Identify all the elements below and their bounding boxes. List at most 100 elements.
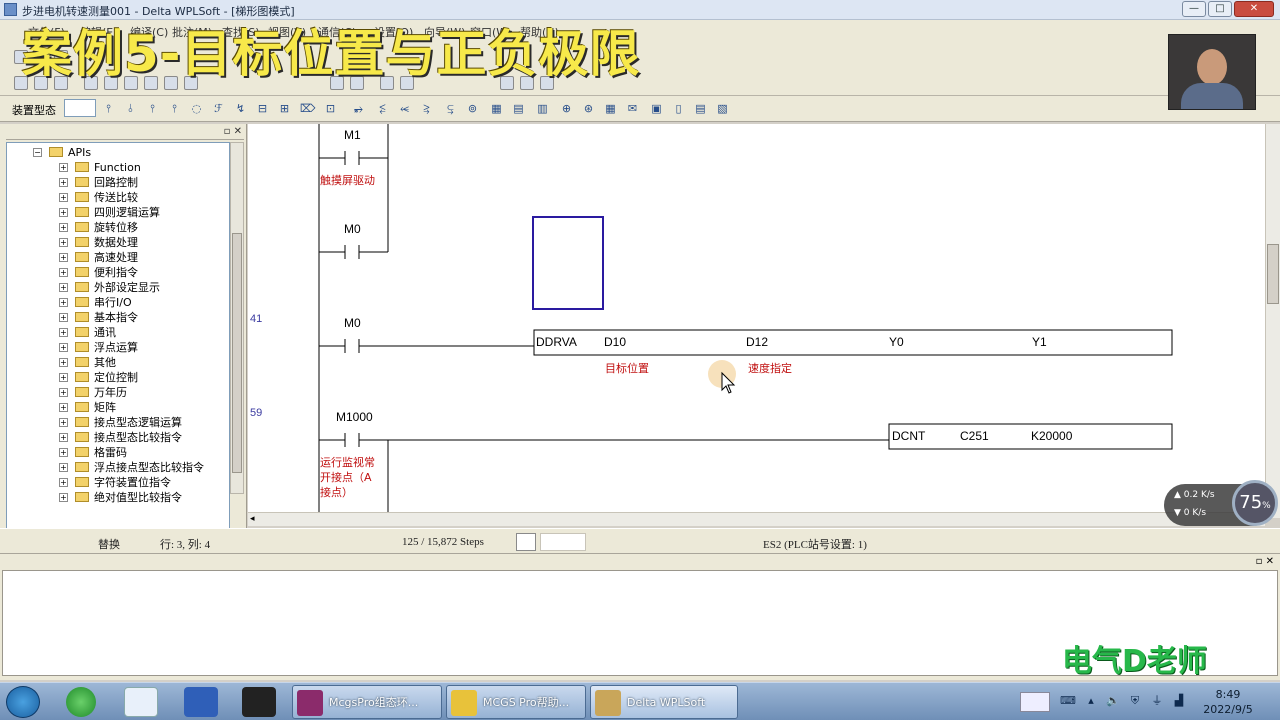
- invert-icon[interactable]: ↯: [234, 102, 247, 115]
- scroll-left-icon[interactable]: ◂: [250, 514, 255, 524]
- coil-icon[interactable]: ◌: [190, 102, 203, 115]
- contact-no-icon[interactable]: ⫯: [102, 102, 115, 115]
- expand-icon[interactable]: +: [59, 343, 68, 352]
- security-icon[interactable]: ⛨: [1128, 694, 1142, 708]
- panel-close-icon[interactable]: ▫ ✕: [224, 126, 242, 137]
- tree-item[interactable]: + 高速处理: [59, 250, 138, 265]
- close-button[interactable]: ✕: [1234, 1, 1274, 17]
- operand[interactable]: D10: [604, 335, 626, 349]
- delete-icon[interactable]: ⌦: [300, 102, 316, 115]
- bookmark-icon[interactable]: ▯: [672, 102, 685, 115]
- browser-pin-icon[interactable]: [66, 687, 96, 717]
- vscroll-thumb[interactable]: [1267, 244, 1279, 304]
- tree-item[interactable]: + 接点型态比较指令: [59, 430, 182, 445]
- mcr-icon[interactable]: ⊛: [582, 102, 595, 115]
- tree-scrollbar[interactable]: [230, 142, 244, 494]
- instruction-name[interactable]: DCNT: [892, 429, 925, 443]
- start-button[interactable]: [6, 686, 40, 718]
- operand[interactable]: D12: [746, 335, 768, 349]
- move-icon[interactable]: ⥹: [444, 102, 457, 115]
- tree-item[interactable]: + 其他: [59, 355, 116, 370]
- ladder-hscrollbar[interactable]: ◂: [248, 512, 1265, 526]
- tree-item[interactable]: + 四则逻辑运算: [59, 205, 160, 220]
- clock[interactable]: 8:49 2022/9/5: [1196, 687, 1260, 717]
- cloud-pin-icon[interactable]: [124, 687, 158, 717]
- expand-icon[interactable]: +: [59, 328, 68, 337]
- expand-icon[interactable]: +: [59, 418, 68, 427]
- tree-item[interactable]: + 外部设定显示: [59, 280, 160, 295]
- reset-icon[interactable]: ▥: [536, 102, 549, 115]
- function-icon[interactable]: ℱ: [212, 102, 225, 115]
- shift-icon[interactable]: ⥵: [352, 102, 365, 115]
- taskbar-mcgspro[interactable]: McgsPro组态环...: [292, 685, 442, 719]
- network-icon[interactable]: ⊡: [324, 102, 337, 115]
- parallel-icon[interactable]: ⥷: [398, 102, 411, 115]
- page-icon[interactable]: ▤: [694, 102, 707, 115]
- expand-icon[interactable]: +: [59, 403, 68, 412]
- end-icon[interactable]: ▦: [604, 102, 617, 115]
- recorder-pin-icon[interactable]: [242, 687, 276, 717]
- expand-icon[interactable]: +: [59, 448, 68, 457]
- expand-icon[interactable]: +: [59, 193, 68, 202]
- tree-item[interactable]: + 数据处理: [59, 235, 138, 250]
- expand-icon[interactable]: +: [59, 238, 68, 247]
- expand-icon[interactable]: +: [59, 283, 68, 292]
- set-icon[interactable]: ▤: [512, 102, 525, 115]
- tree-scroll-thumb[interactable]: [232, 233, 242, 473]
- tree-item[interactable]: + 浮点运算: [59, 340, 138, 355]
- tree-item[interactable]: + 通讯: [59, 325, 116, 340]
- tree-item[interactable]: + 旋转位移: [59, 220, 138, 235]
- expand-icon[interactable]: +: [59, 373, 68, 382]
- tree-item[interactable]: + 传送比较: [59, 190, 138, 205]
- branch-icon[interactable]: ⥶: [376, 102, 389, 115]
- operand[interactable]: Y0: [889, 335, 904, 349]
- tree-item[interactable]: + 万年历: [59, 385, 127, 400]
- expand-icon[interactable]: +: [59, 163, 68, 172]
- tree-item[interactable]: + 基本指令: [59, 310, 138, 325]
- expand-icon[interactable]: +: [59, 463, 68, 472]
- operand[interactable]: K20000: [1031, 429, 1072, 443]
- ladder-editor[interactable]: M1 触摸屏驱动 M0 41 M0 DDRVA D10 D12 Y0 Y1 目标…: [248, 124, 1265, 518]
- expand-icon[interactable]: +: [59, 493, 68, 502]
- timer-icon[interactable]: ⊚: [466, 102, 479, 115]
- tree-item[interactable]: + 浮点接点型态比较指令: [59, 460, 204, 475]
- expand-icon[interactable]: +: [59, 268, 68, 277]
- vline-icon[interactable]: ⊞: [278, 102, 291, 115]
- contact-label[interactable]: M1000: [336, 410, 373, 424]
- chat-pin-icon[interactable]: [184, 687, 218, 717]
- expand-icon[interactable]: +: [59, 253, 68, 262]
- tree-item[interactable]: + Function: [59, 160, 141, 175]
- network-signal-icon[interactable]: ▟: [1172, 694, 1186, 708]
- expand-icon[interactable]: +: [59, 478, 68, 487]
- instruction-name[interactable]: DDRVA: [536, 335, 577, 349]
- pen-tray-icon[interactable]: [1020, 692, 1050, 712]
- expand-icon[interactable]: +: [59, 313, 68, 322]
- net-speed-widget[interactable]: ▲ 0.2 K/s ▼ 0 K/s 75%: [1164, 480, 1278, 526]
- taskbar-mcgs-help[interactable]: MCGS Pro帮助...: [446, 685, 586, 719]
- tree-item[interactable]: + 便利指令: [59, 265, 138, 280]
- maximize-button[interactable]: □: [1208, 1, 1232, 17]
- show-hidden-icon[interactable]: ▴: [1084, 694, 1098, 708]
- ladder-vscrollbar[interactable]: [1265, 124, 1280, 518]
- compare-icon[interactable]: ⥸: [420, 102, 433, 115]
- expand-icon[interactable]: +: [59, 178, 68, 187]
- print-icon[interactable]: ▧: [716, 102, 729, 115]
- falling-edge-icon[interactable]: ⫯: [168, 102, 181, 115]
- keyboard-icon[interactable]: ⌨: [1060, 694, 1076, 708]
- expand-icon[interactable]: +: [59, 388, 68, 397]
- tree-item[interactable]: + 接点型态逻辑运算: [59, 415, 182, 430]
- usb-icon[interactable]: ⏚: [1150, 694, 1164, 708]
- operand[interactable]: C251: [960, 429, 989, 443]
- contact-label[interactable]: M0: [344, 222, 361, 236]
- device-type-select[interactable]: [64, 99, 96, 117]
- expand-icon[interactable]: +: [59, 298, 68, 307]
- tree-node-apis[interactable]: − APIs: [33, 145, 91, 160]
- volume-icon[interactable]: 🔈: [1106, 694, 1120, 708]
- contact-nc-icon[interactable]: ⫰: [124, 102, 137, 115]
- tree-item[interactable]: + 字符装置位指令: [59, 475, 171, 490]
- taskbar-wplsoft[interactable]: Delta WPLSoft: [590, 685, 738, 719]
- collapse-icon[interactable]: −: [33, 148, 42, 157]
- tree-item[interactable]: + 绝对值型比较指令: [59, 490, 182, 505]
- expand-icon[interactable]: +: [59, 223, 68, 232]
- output-close-icon[interactable]: ▫ ✕: [1256, 556, 1274, 567]
